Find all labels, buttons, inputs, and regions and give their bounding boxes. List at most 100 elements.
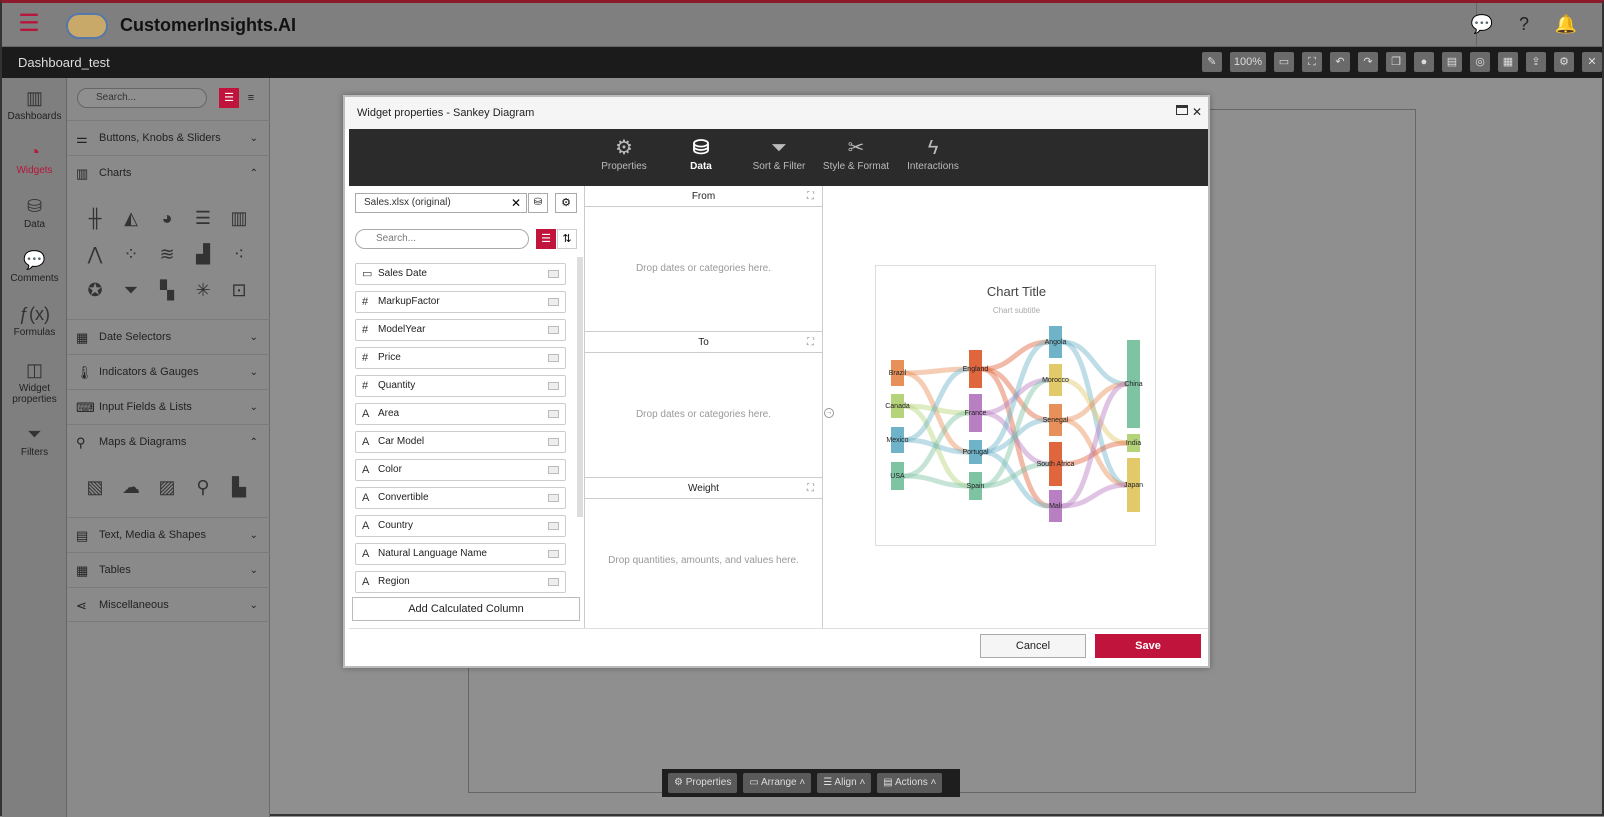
line-chart-icon[interactable]: ⋀ xyxy=(83,242,107,266)
radar-chart-icon[interactable]: ✪ xyxy=(83,278,107,302)
field-item[interactable]: A Convertible xyxy=(355,487,566,509)
tab-properties[interactable]: ⚙ Properties xyxy=(599,137,649,172)
drop-zone-weight[interactable]: Weight ⛶ Drop quantities, amounts, and va… xyxy=(585,478,822,628)
field-item[interactable]: ▭ Sales Date xyxy=(355,263,566,285)
candlestick-chart-icon[interactable]: ╫ xyxy=(83,206,107,230)
expand-icon[interactable]: ⛶ xyxy=(807,478,814,499)
region-map-icon[interactable]: ▨ xyxy=(155,475,179,499)
notification-bell-icon[interactable]: 🔔 xyxy=(1554,15,1578,35)
maximize-icon[interactable] xyxy=(1176,105,1188,115)
field-list-scrollbar[interactable] xyxy=(577,257,583,517)
zoom-select[interactable]: 100% xyxy=(1229,52,1266,72)
nav-data[interactable]: ⛁ Data xyxy=(2,196,67,230)
arrange-button[interactable]: ▭ Arrange ˄ xyxy=(743,773,812,793)
hamburger-menu-icon[interactable]: ☰ xyxy=(18,12,40,36)
device-preview-icon[interactable]: ▭ xyxy=(1274,52,1294,72)
tab-data[interactable]: ⛁ Data xyxy=(681,137,721,172)
theme-drop-icon[interactable]: ● xyxy=(1414,52,1434,72)
tab-sort-filter[interactable]: ⏷ Sort & Filter xyxy=(749,137,809,172)
combo-chart-icon[interactable]: ⊡ xyxy=(227,278,251,302)
cancel-button[interactable]: Cancel xyxy=(980,634,1086,658)
clear-datasource-icon[interactable]: ✕ xyxy=(511,193,521,213)
category-charts[interactable]: ▥ Charts ⌃ xyxy=(67,155,270,190)
field-item[interactable]: A Car Model xyxy=(355,431,566,453)
category-text-media[interactable]: ▤ Text, Media & Shapes ⌄ xyxy=(67,517,270,552)
sunburst-chart-icon[interactable]: ✳ xyxy=(191,278,215,302)
share-icon[interactable]: ⇪ xyxy=(1526,52,1546,72)
sankey-icon[interactable]: ▙ xyxy=(227,475,251,499)
drag-handle-icon[interactable] xyxy=(548,270,559,278)
gear-icon[interactable]: ⚙ xyxy=(555,193,577,213)
map-icon[interactable]: ▧ xyxy=(83,475,107,499)
close-icon[interactable]: ✕ xyxy=(1192,105,1202,119)
drop-zone-from[interactable]: From ⛶ Drop dates or categories here. xyxy=(585,186,822,332)
list-view-icon[interactable]: ☰ xyxy=(219,88,239,108)
align-button[interactable]: ☰ Align ˄ xyxy=(817,773,872,793)
drag-handle-icon[interactable] xyxy=(548,326,559,334)
cloud-icon[interactable]: ☁ xyxy=(119,475,143,499)
drag-handle-icon[interactable] xyxy=(548,494,559,502)
field-item[interactable]: A Natural Language Name xyxy=(355,543,566,565)
settings-icon[interactable]: ⚙ xyxy=(1554,52,1574,72)
category-maps[interactable]: ⚲ Maps & Diagrams ⌃ xyxy=(67,424,270,459)
field-item[interactable]: A Area xyxy=(355,403,566,425)
copy-icon[interactable]: ❐ xyxy=(1386,52,1406,72)
treemap-chart-icon[interactable]: ▚ xyxy=(155,278,179,302)
category-indicators[interactable]: 🌡 Indicators & Gauges ⌄ xyxy=(67,354,270,389)
field-item[interactable]: # MarkupFactor xyxy=(355,291,566,313)
scatter-chart-icon[interactable]: ⁘ xyxy=(119,242,143,266)
redo-icon[interactable]: ↷ xyxy=(1358,52,1378,72)
drag-handle-icon[interactable] xyxy=(548,382,559,390)
hide-icon[interactable]: ◎ xyxy=(1470,52,1490,72)
fullscreen-icon[interactable]: ⛶ xyxy=(1302,52,1322,72)
funnel-chart-icon[interactable]: ⏷ xyxy=(119,278,143,302)
drag-handle-icon[interactable] xyxy=(548,410,559,418)
widget-search-input[interactable]: Search... xyxy=(77,88,207,108)
grid-icon[interactable]: ▦ xyxy=(1498,52,1518,72)
drag-handle-icon[interactable] xyxy=(548,578,559,586)
field-item[interactable]: A Region xyxy=(355,571,566,593)
actions-button[interactable]: ▤ Actions ˄ xyxy=(877,773,943,793)
nav-widgets[interactable]: ◔ Widgets xyxy=(2,142,67,176)
field-item[interactable]: # Quantity xyxy=(355,375,566,397)
drag-handle-icon[interactable] xyxy=(548,354,559,362)
save-button[interactable]: Save xyxy=(1095,634,1201,658)
area-chart-icon[interactable]: ◭ xyxy=(119,206,143,230)
properties-button[interactable]: ⚙ Properties xyxy=(668,773,738,793)
help-icon[interactable]: ? xyxy=(1512,15,1536,35)
nav-dashboards[interactable]: ▥ Dashboards xyxy=(2,88,67,122)
drag-handle-icon[interactable] xyxy=(548,438,559,446)
column-chart-icon[interactable]: ▥ xyxy=(227,206,251,230)
multi-line-chart-icon[interactable]: ≋ xyxy=(155,242,179,266)
category-buttons[interactable]: ⚌ Buttons, Knobs & Sliders ⌄ xyxy=(67,120,270,155)
category-tables[interactable]: ▦ Tables ⌄ xyxy=(67,552,270,587)
nav-comments[interactable]: 💬 Comments xyxy=(2,250,67,284)
export-icon[interactable]: ▤ xyxy=(1442,52,1462,72)
drag-handle-icon[interactable] xyxy=(548,466,559,474)
undo-icon[interactable]: ↶ xyxy=(1330,52,1350,72)
list-view-icon[interactable]: ☰ xyxy=(536,229,556,249)
category-input-fields[interactable]: ⌨ Input Fields & Lists ⌄ xyxy=(67,389,270,424)
field-item[interactable]: # Price xyxy=(355,347,566,369)
nav-filters[interactable]: ⏷ Filters xyxy=(2,424,67,458)
pie-chart-icon[interactable]: ◕ xyxy=(155,206,179,230)
field-item[interactable]: A Country xyxy=(355,515,566,537)
nav-widget-properties[interactable]: ◫ Widget properties xyxy=(2,360,67,405)
detail-view-icon[interactable]: ≡ xyxy=(241,88,261,108)
sort-icon[interactable]: ⇅ xyxy=(557,229,577,249)
category-date-selectors[interactable]: ▦ Date Selectors ⌄ xyxy=(67,319,270,354)
expand-icon[interactable]: ⛶ xyxy=(807,332,814,353)
datasource-select[interactable]: Sales.xlsx (original) xyxy=(355,193,527,213)
drag-handle-icon[interactable] xyxy=(548,550,559,558)
tab-style-format[interactable]: ✂ Style & Format xyxy=(821,137,891,172)
nav-formulas[interactable]: ƒ(x) Formulas xyxy=(2,304,67,338)
tab-interactions[interactable]: ϟ Interactions xyxy=(903,137,963,172)
expand-icon[interactable]: ⛶ xyxy=(807,186,814,207)
magic-wand-icon[interactable]: ✎ xyxy=(1201,52,1222,72)
drop-zone-to[interactable]: To ⛶ Drop dates or categories here. xyxy=(585,332,822,478)
field-search-input[interactable]: Search... xyxy=(355,229,529,249)
arrow-right-circle-icon[interactable]: → xyxy=(824,408,834,418)
drag-handle-icon[interactable] xyxy=(548,522,559,530)
chat-icon[interactable]: 💬 xyxy=(1470,15,1494,35)
waterfall-chart-icon[interactable]: ▟ xyxy=(191,242,215,266)
